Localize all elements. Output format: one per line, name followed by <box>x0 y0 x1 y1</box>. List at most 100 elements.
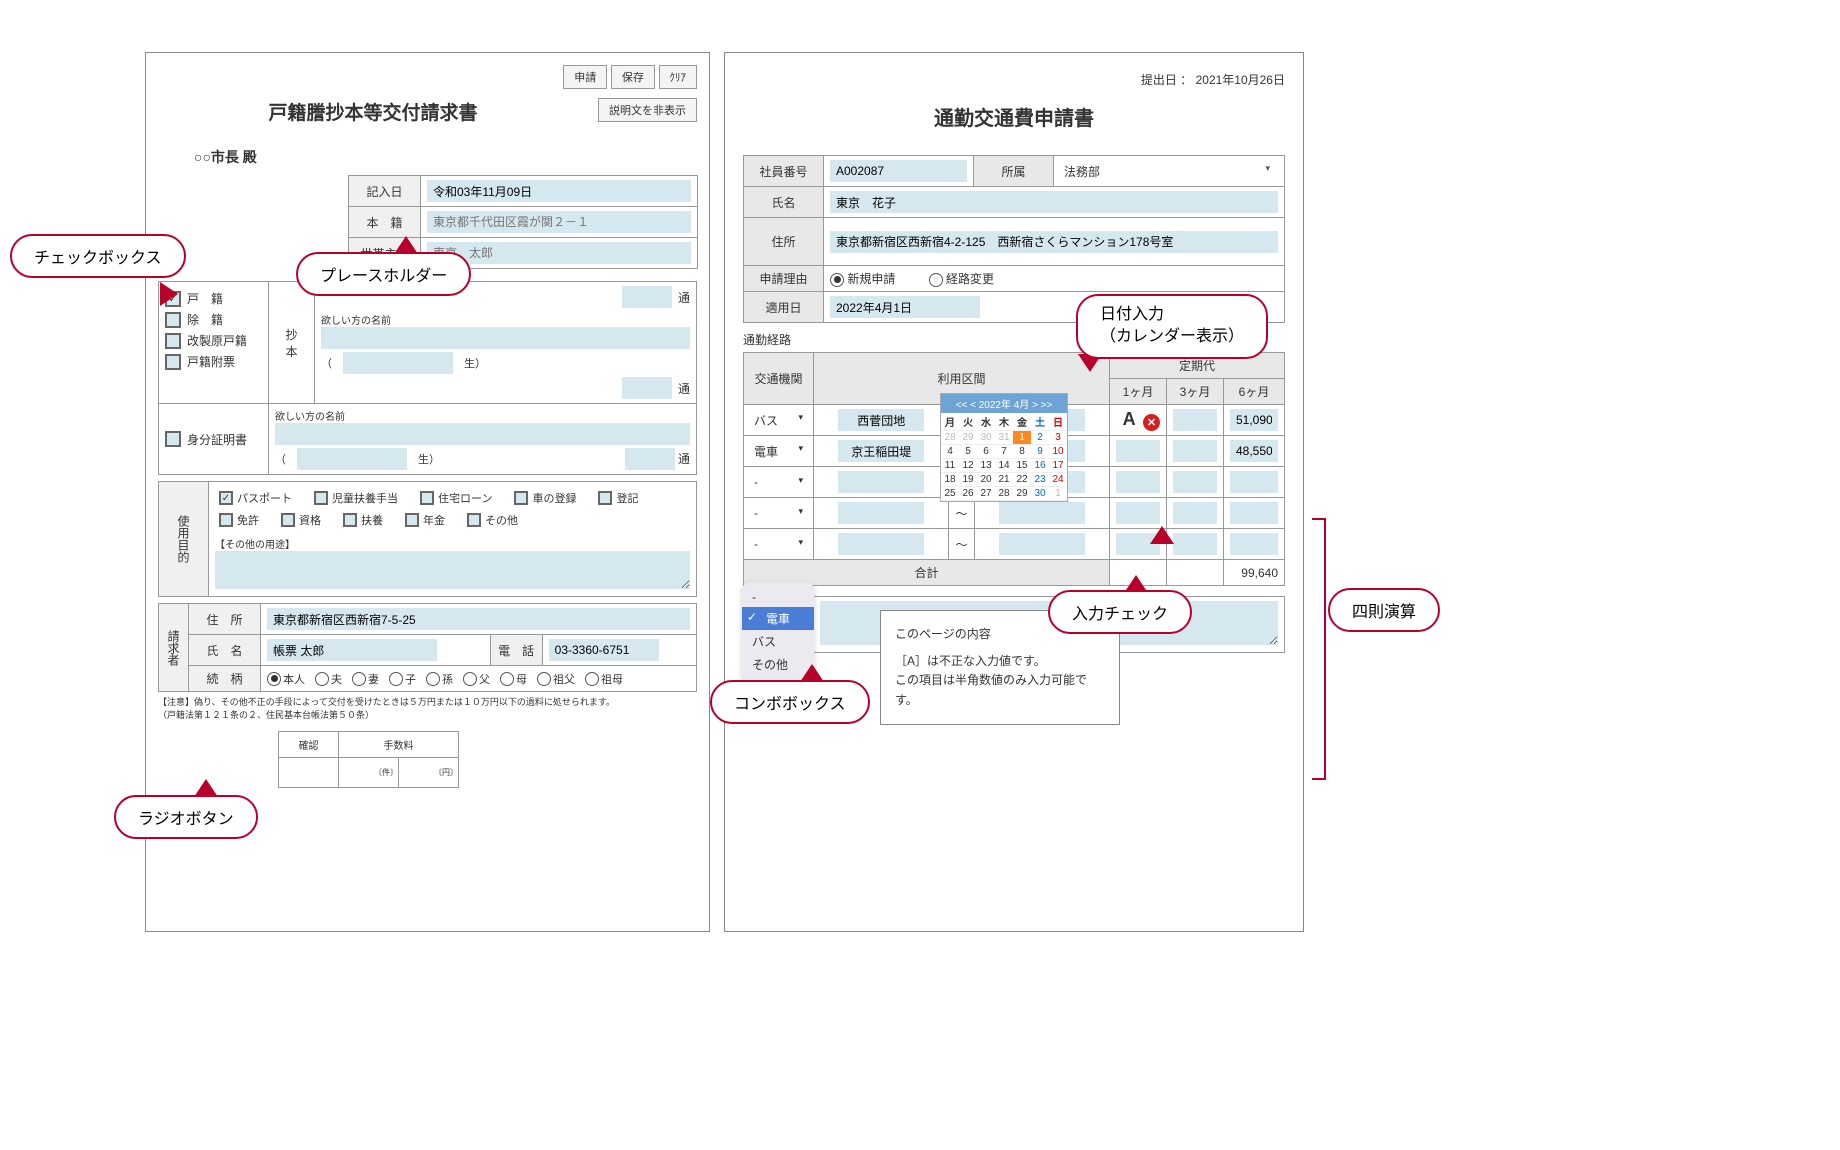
mode-select[interactable]: -▾ <box>750 536 807 552</box>
mode-select[interactable]: -▾ <box>750 474 807 490</box>
mode-select[interactable]: -▾ <box>750 505 807 521</box>
calendar-day[interactable]: 3 <box>1049 431 1067 445</box>
calendar-day[interactable]: 28 <box>941 431 959 445</box>
save-button[interactable]: 保存 <box>611 65 655 89</box>
calendar-day[interactable]: 15 <box>1013 459 1031 473</box>
other-purpose-input[interactable] <box>215 551 690 589</box>
from-input[interactable] <box>838 502 924 524</box>
reg-checkbox[interactable] <box>598 491 612 505</box>
id-name-input[interactable] <box>275 423 690 445</box>
to-input[interactable] <box>999 502 1085 524</box>
calendar-day[interactable]: 10 <box>1049 445 1067 459</box>
calendar-day[interactable]: 29 <box>959 431 977 445</box>
from-input[interactable] <box>838 533 924 555</box>
fare-6m-input[interactable] <box>1230 440 1278 462</box>
calendar-day[interactable]: 30 <box>977 431 995 445</box>
fare-3m-input[interactable] <box>1173 409 1217 431</box>
calendar-day[interactable]: 25 <box>941 487 959 501</box>
emp-addr-input[interactable] <box>830 231 1278 253</box>
calendar-day[interactable]: 27 <box>977 487 995 501</box>
fare-6m-input[interactable] <box>1230 502 1278 524</box>
fare-3m-input[interactable] <box>1173 502 1217 524</box>
req-name-input[interactable] <box>267 639 437 661</box>
calendar-day[interactable]: 8 <box>1013 445 1031 459</box>
fare-6m-input[interactable] <box>1230 533 1278 555</box>
calendar-day[interactable]: 23 <box>1031 473 1049 487</box>
from-input[interactable] <box>838 440 924 462</box>
calendar-day[interactable]: 29 <box>1013 487 1031 501</box>
reason-new-radio[interactable] <box>830 273 844 287</box>
calendar-day[interactable]: 13 <box>977 459 995 473</box>
calendar-day[interactable]: 18 <box>941 473 959 487</box>
emp-name-input[interactable] <box>830 191 1278 213</box>
pension-checkbox[interactable] <box>405 513 419 527</box>
id-copies-input[interactable] <box>625 448 675 470</box>
house-checkbox[interactable] <box>420 491 434 505</box>
calendar-day[interactable]: 6 <box>977 445 995 459</box>
dd-item-blank[interactable]: - <box>742 587 814 607</box>
joseki-checkbox[interactable] <box>165 312 181 328</box>
calendar-day[interactable]: 12 <box>959 459 977 473</box>
fare-1m-input[interactable] <box>1116 440 1160 462</box>
calendar-day[interactable]: 24 <box>1049 473 1067 487</box>
mode-select[interactable]: バス▾ <box>750 411 807 430</box>
calendar-day[interactable]: 2 <box>1031 431 1049 445</box>
relation-radio[interactable] <box>426 672 440 686</box>
calendar-day[interactable]: 14 <box>995 459 1013 473</box>
copies-input-2[interactable] <box>622 377 672 399</box>
fare-3m-input[interactable] <box>1173 440 1217 462</box>
origin-input[interactable] <box>427 211 691 233</box>
relation-radio[interactable] <box>352 672 366 686</box>
calendar-day[interactable]: 30 <box>1031 487 1049 501</box>
dd-item-bus[interactable]: バス <box>742 630 814 653</box>
fare-6m-input[interactable] <box>1230 409 1278 431</box>
kaisei-checkbox[interactable] <box>165 333 181 349</box>
child-checkbox[interactable] <box>314 491 328 505</box>
relation-radio[interactable] <box>463 672 477 686</box>
calendar-day[interactable]: 7 <box>995 445 1013 459</box>
from-input[interactable] <box>838 409 924 431</box>
calendar-day[interactable]: 16 <box>1031 459 1049 473</box>
apply-button[interactable]: 申請 <box>563 65 607 89</box>
calendar-day[interactable]: 21 <box>995 473 1013 487</box>
copies-input[interactable] <box>622 286 672 308</box>
wanted-name-input[interactable] <box>321 327 690 349</box>
calendar-day[interactable]: 1 <box>1013 431 1031 445</box>
relation-radio[interactable] <box>585 672 599 686</box>
mode-select[interactable]: 電車▾ <box>750 442 807 461</box>
calendar-day[interactable]: 5 <box>959 445 977 459</box>
calendar-day[interactable]: 11 <box>941 459 959 473</box>
entry-date-input[interactable] <box>427 180 691 202</box>
license-checkbox[interactable] <box>219 513 233 527</box>
calendar-day[interactable]: 9 <box>1031 445 1049 459</box>
from-input[interactable] <box>838 471 924 493</box>
id-checkbox[interactable] <box>165 431 181 447</box>
birth-input[interactable] <box>343 352 453 374</box>
fare-3m-input[interactable] <box>1173 533 1217 555</box>
apply-date-input[interactable] <box>830 296 980 318</box>
calendar-day[interactable]: 28 <box>995 487 1013 501</box>
calendar-day[interactable]: 26 <box>959 487 977 501</box>
to-input[interactable] <box>999 533 1085 555</box>
other-checkbox[interactable] <box>467 513 481 527</box>
fare-1m-input[interactable] <box>1116 471 1160 493</box>
req-phone-input[interactable] <box>549 639 659 661</box>
dept-select[interactable]: 法務部▾ <box>1060 161 1278 182</box>
emp-no-input[interactable] <box>830 160 967 182</box>
calendar-day[interactable]: 22 <box>1013 473 1031 487</box>
hide-desc-button[interactable]: 説明文を非表示 <box>598 98 697 122</box>
req-addr-input[interactable] <box>267 608 690 630</box>
calendar-day[interactable]: 31 <box>995 431 1013 445</box>
calendar-day[interactable]: 4 <box>941 445 959 459</box>
relation-radio[interactable] <box>537 672 551 686</box>
calendar-day[interactable]: 19 <box>959 473 977 487</box>
calendar-day[interactable]: 20 <box>977 473 995 487</box>
calendar-header[interactable]: << < 2022年 4月 > >> <box>941 394 1067 413</box>
calendar-day[interactable]: 17 <box>1049 459 1067 473</box>
id-birth-input[interactable] <box>297 448 407 470</box>
relation-radio[interactable] <box>389 672 403 686</box>
relation-radio[interactable] <box>315 672 329 686</box>
calendar-popup[interactable]: << < 2022年 4月 > >> 月火水木金土日28293031123456… <box>940 393 1068 502</box>
dd-item-train[interactable]: ✓電車 <box>742 607 814 630</box>
fare-1m-input[interactable] <box>1116 502 1160 524</box>
